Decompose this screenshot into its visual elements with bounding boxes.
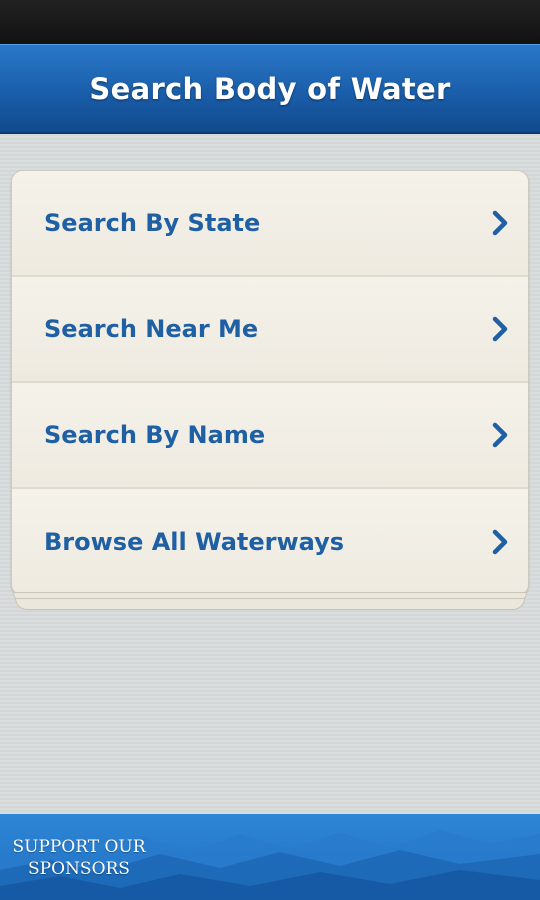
- card-stack-edge: [15, 598, 525, 610]
- browse-all-waterways-item[interactable]: Browse All Waterways: [12, 489, 528, 595]
- chevron-right-icon: [492, 316, 508, 342]
- menu-item-label: Search Near Me: [44, 315, 259, 343]
- chevron-right-icon: [492, 529, 508, 555]
- menu-item-label: Browse All Waterways: [44, 528, 345, 556]
- content-area: Search By State Search Near Me Search By…: [0, 134, 540, 814]
- search-by-state-item[interactable]: Search By State: [12, 171, 528, 277]
- status-bar: [0, 0, 540, 44]
- sponsors-line-2: SPONSORS: [28, 859, 130, 879]
- search-menu: Search By State Search Near Me Search By…: [11, 170, 529, 596]
- sponsors-line-1: SUPPORT OUR: [12, 837, 146, 857]
- sponsors-text: SUPPORT OUR SPONSORS: [0, 836, 158, 880]
- menu-item-label: Search By State: [44, 209, 261, 237]
- sponsors-banner[interactable]: SUPPORT OUR SPONSORS: [0, 814, 540, 900]
- menu-stack: Search By State Search Near Me Search By…: [11, 170, 529, 610]
- chevron-right-icon: [492, 210, 508, 236]
- chevron-right-icon: [492, 422, 508, 448]
- menu-item-label: Search By Name: [44, 421, 266, 449]
- page-title: Search Body of Water: [89, 71, 451, 106]
- search-near-me-item[interactable]: Search Near Me: [12, 277, 528, 383]
- app-screen: Search Body of Water Search By State Sea…: [0, 0, 540, 900]
- header-bar: Search Body of Water: [0, 44, 540, 134]
- search-by-name-item[interactable]: Search By Name: [12, 383, 528, 489]
